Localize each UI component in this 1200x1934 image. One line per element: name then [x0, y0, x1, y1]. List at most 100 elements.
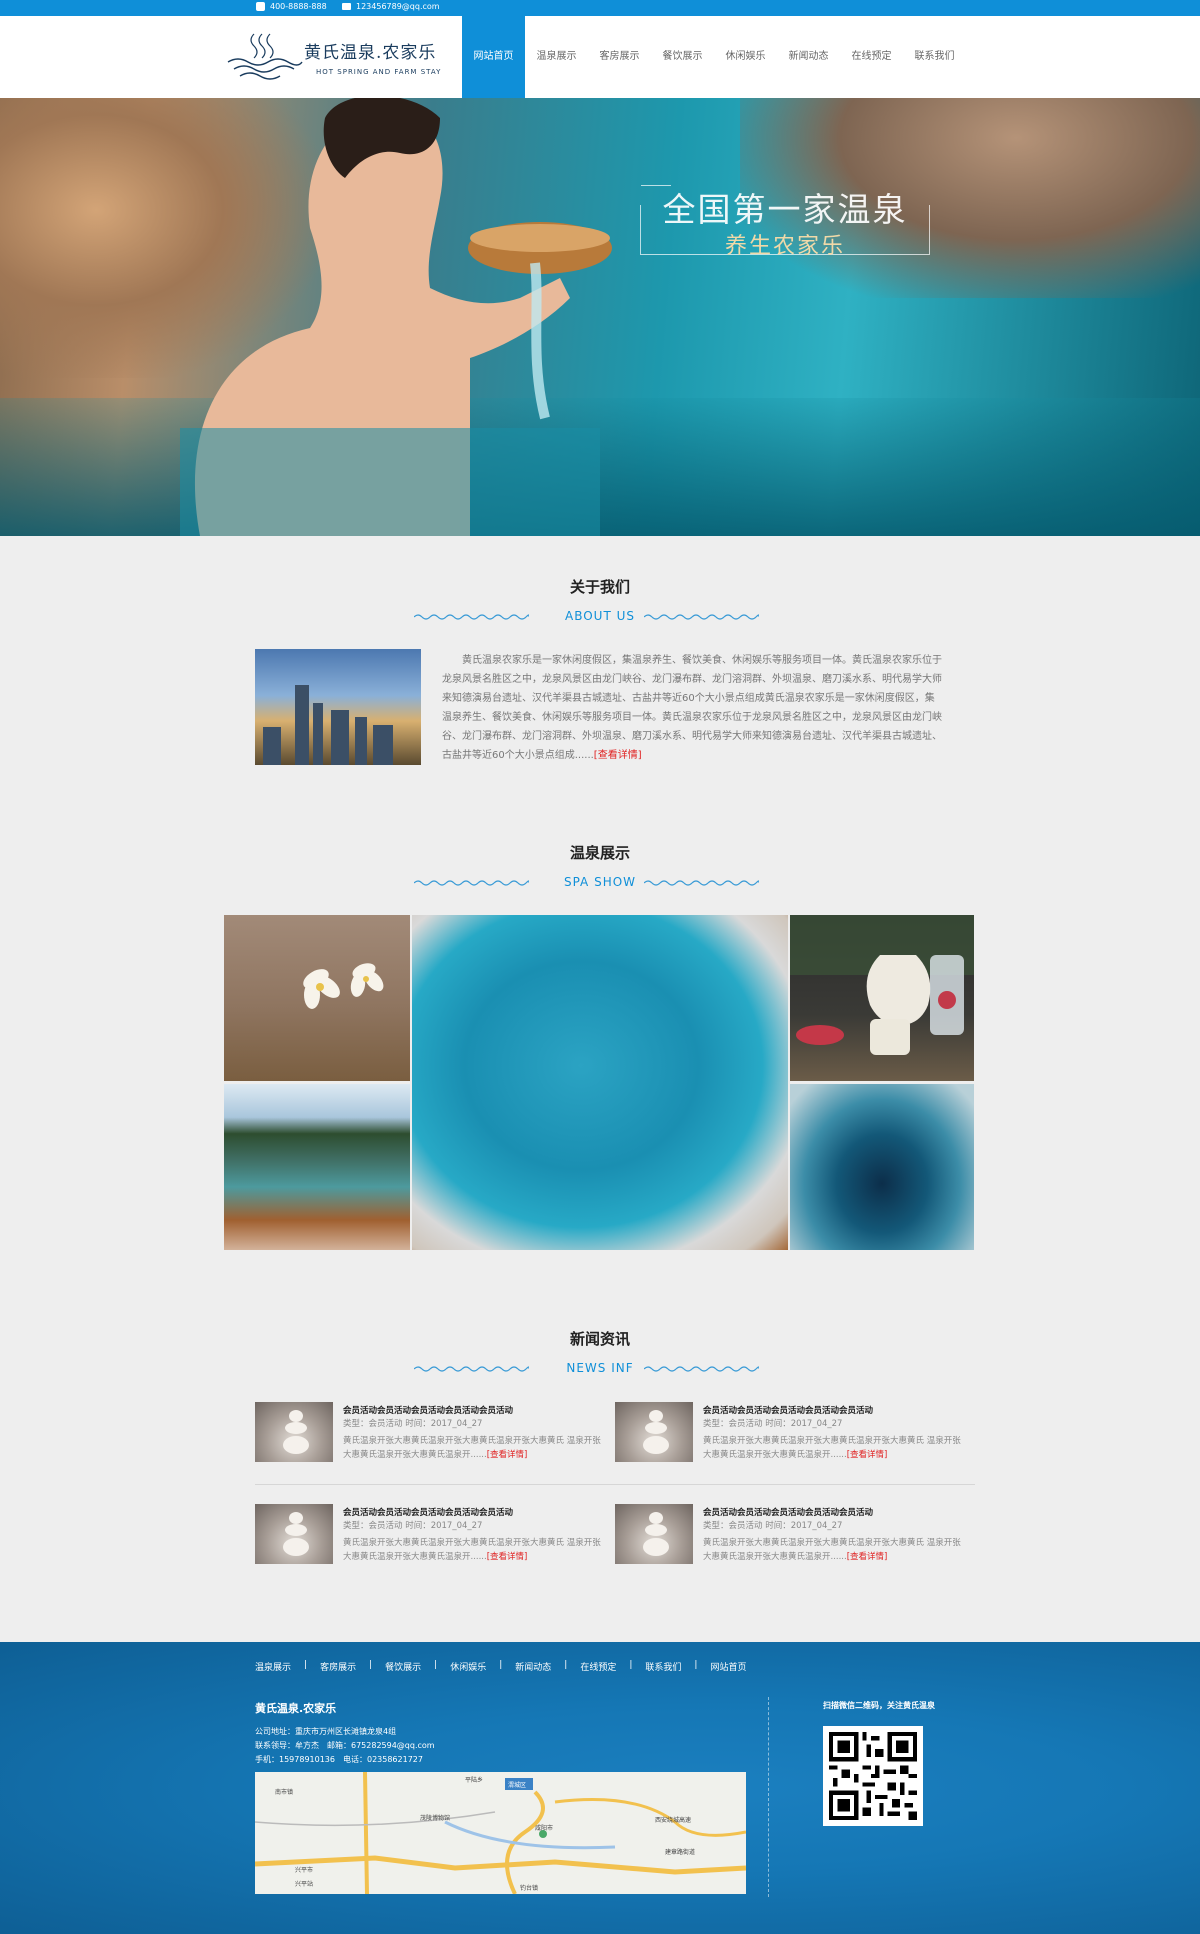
news-desc: 黄氏温泉开张大惠黄氏温泉开张大惠黄氏温泉开张大惠黄氏 温泉开张大惠黄氏温泉开张大… [343, 1434, 603, 1462]
news-more-link[interactable]: [查看详情] [847, 1450, 888, 1460]
footer-separator: | [434, 1660, 438, 1670]
about-subtitle: ABOUT US [564, 609, 635, 623]
map-label: 兴平站 [295, 1880, 313, 1888]
footer-nav: 温泉展示 | 客房展示 | 餐饮展示 | 休闲娱乐 | 新闻动态 | 在线预定 | 联系我们… [255, 1660, 746, 1673]
top-contact-bar: 400-8888-888 123456789@qq.com [0, 0, 1200, 16]
slogan-line1: 全国第一家温泉 [662, 190, 908, 229]
spa-photo-tea-set[interactable] [790, 915, 974, 1081]
about-city-image [255, 649, 421, 765]
spa-photo-flowers[interactable] [224, 915, 410, 1081]
news-desc-text: 黄氏温泉开张大惠黄氏温泉开张大惠黄氏温泉开张大惠黄氏 温泉开张大惠黄氏温泉开张大… [343, 1436, 601, 1460]
news-desc: 黄氏温泉开张大惠黄氏温泉开张大惠黄氏温泉开张大惠黄氏 温泉开张大惠黄氏温泉开张大… [703, 1536, 963, 1564]
phone-icon [256, 2, 265, 11]
news-more-link[interactable]: [查看详情] [487, 1450, 528, 1460]
news-thumbnail[interactable] [255, 1402, 333, 1462]
news-thumbnail[interactable] [615, 1402, 693, 1462]
news-thumbnail[interactable] [255, 1504, 333, 1564]
news-subtitle: NEWS INF [566, 1361, 634, 1375]
map-label: 咸阳市 [535, 1824, 553, 1832]
news-item[interactable]: 会员活动会员活动会员活动会员活动会员活动 类型：会员活动 时间：2017_04_… [255, 1402, 615, 1464]
map-label: 兴平市 [295, 1866, 313, 1874]
footer-separator: | [694, 1660, 698, 1670]
spa-title: 温泉展示 [569, 844, 630, 862]
news-desc-text: 黄氏温泉开张大惠黄氏温泉开张大惠黄氏温泉开张大惠黄氏 温泉开张大惠黄氏温泉开张大… [703, 1538, 961, 1562]
nav-item-spa[interactable]: 温泉展示 [525, 16, 588, 98]
news-desc: 黄氏温泉开张大惠黄氏温泉开张大惠黄氏温泉开张大惠黄氏 温泉开张大惠黄氏温泉开张大… [703, 1434, 963, 1462]
news-meta: 类型：会员活动 时间：2017_04_27 [343, 1419, 483, 1429]
news-item[interactable]: 会员活动会员活动会员活动会员活动会员活动 类型：会员活动 时间：2017_04_… [615, 1402, 975, 1464]
spa-photo-hot-pool[interactable] [412, 915, 788, 1250]
map-graphic-icon: 南市镇 平陆乡 渭城区 茂陵博物馆 咸阳市 兴平市 兴平站 钓台镇 建章路街道 … [255, 1772, 746, 1894]
map-label: 茂陵博物馆 [420, 1814, 450, 1822]
logo-name: 黄氏温泉.农家乐 [304, 43, 437, 63]
wave-divider-right-icon [644, 614, 759, 620]
footer-link-rooms[interactable]: 客房展示 [320, 1660, 356, 1673]
hero-slogan: 全国第一家温泉 养生农家乐 [640, 183, 930, 343]
news-title-text[interactable]: 会员活动会员活动会员活动会员活动会员活动 [703, 1506, 873, 1518]
map-label: 南市镇 [275, 1788, 293, 1796]
qr-code-icon [829, 1732, 917, 1820]
nav-item-home[interactable]: 网站首页 [462, 16, 525, 98]
footer-link-dining[interactable]: 餐饮展示 [385, 1660, 421, 1673]
frangipani-flowers-icon [303, 963, 384, 1009]
site-logo[interactable]: 黄氏温泉.农家乐 HOT SPRING AND FARM STAY [224, 22, 440, 90]
nav-item-dining[interactable]: 餐饮展示 [651, 16, 714, 98]
wave-divider-right-icon [644, 1366, 759, 1372]
nav-item-news[interactable]: 新闻动态 [777, 16, 840, 98]
hero-bather-illustration [180, 98, 612, 536]
spa-subtitle: SPA SHOW [563, 875, 637, 889]
main-nav: 网站首页 温泉展示 客房展示 餐饮展示 休闲娱乐 新闻动态 在线预定 联系我们 [462, 16, 966, 98]
footer-link-home[interactable]: 网站首页 [710, 1660, 746, 1673]
about-description: 黄氏温泉农家乐是一家休闲度假区，集温泉养生、餐饮美食、休闲娱乐等服务项目一体。黄… [442, 651, 942, 765]
map-label: 西安绕城高速 [655, 1816, 691, 1824]
news-item[interactable]: 会员活动会员活动会员活动会员活动会员活动 类型：会员活动 时间：2017_04_… [255, 1504, 615, 1566]
footer-separator: | [304, 1660, 308, 1670]
spa-photo-blue-spring[interactable] [790, 1084, 974, 1250]
footer-link-booking[interactable]: 在线预定 [580, 1660, 616, 1673]
email-contact[interactable]: 123456789@qq.com [342, 2, 440, 11]
spa-photo-lake[interactable] [224, 1084, 410, 1250]
footer-link-leisure[interactable]: 休闲娱乐 [450, 1660, 486, 1673]
footer-vertical-divider [768, 1697, 769, 1897]
news-meta: 类型：会员活动 时间：2017_04_27 [703, 1521, 843, 1531]
hero-banner: 全国第一家温泉 养生农家乐 [0, 98, 1200, 536]
about-more-link[interactable]: [查看详情] [594, 750, 642, 761]
wechat-qr-code [823, 1726, 923, 1826]
email-address[interactable]: 123456789@qq.com [356, 2, 440, 11]
footer-link-spa[interactable]: 温泉展示 [255, 1660, 291, 1673]
footer-separator: | [629, 1660, 633, 1670]
footer-phone: 手机：15978910136 电话：02358621727 [255, 1755, 423, 1764]
footer-separator: | [369, 1660, 373, 1670]
news-meta: 类型：会员活动 时间：2017_04_27 [343, 1521, 483, 1531]
about-body: 黄氏温泉农家乐是一家休闲度假区，集温泉养生、餐饮美食、休闲娱乐等服务项目一体。黄… [442, 655, 942, 761]
footer-address: 公司地址：重庆市万州区长滩镇龙泉4组 [255, 1727, 397, 1736]
news-title: 新闻资讯 [569, 1330, 630, 1348]
footer-contact: 联系领导：牟方杰 邮箱：675282594@qq.com [255, 1741, 435, 1750]
wave-divider-right-icon [644, 880, 759, 886]
map-label: 建章路街道 [665, 1848, 695, 1856]
news-desc: 黄氏温泉开张大惠黄氏温泉开张大惠黄氏温泉开张大惠黄氏 温泉开张大惠黄氏温泉开张大… [343, 1536, 603, 1564]
nav-item-contact[interactable]: 联系我们 [903, 16, 966, 98]
location-map[interactable]: 南市镇 平陆乡 渭城区 茂陵博物馆 咸阳市 兴平市 兴平站 钓台镇 建章路街道 … [255, 1772, 746, 1894]
news-more-link[interactable]: [查看详情] [487, 1552, 528, 1562]
news-title-text[interactable]: 会员活动会员活动会员活动会员活动会员活动 [343, 1404, 513, 1416]
news-title-text[interactable]: 会员活动会员活动会员活动会员活动会员活动 [343, 1506, 513, 1518]
news-title-text[interactable]: 会员活动会员活动会员活动会员活动会员活动 [703, 1404, 873, 1416]
mail-icon [342, 3, 351, 10]
nav-item-rooms[interactable]: 客房展示 [588, 16, 651, 98]
slogan-line2: 养生农家乐 [724, 234, 845, 259]
site-footer: 温泉展示 | 客房展示 | 餐饮展示 | 休闲娱乐 | 新闻动态 | 在线预定 | 联系我们… [0, 1642, 1200, 1934]
news-item[interactable]: 会员活动会员活动会员活动会员活动会员活动 类型：会员活动 时间：2017_04_… [615, 1504, 975, 1566]
hot-spring-logo-icon [227, 33, 303, 80]
news-thumbnail[interactable] [615, 1504, 693, 1564]
footer-company-name: 黄氏温泉.农家乐 [255, 1702, 337, 1715]
nav-item-leisure[interactable]: 休闲娱乐 [714, 16, 777, 98]
qr-caption: 扫描微信二维码，关注黄氏温泉 [823, 1701, 935, 1710]
footer-link-contact[interactable]: 联系我们 [645, 1660, 681, 1673]
nav-item-booking[interactable]: 在线预定 [840, 16, 903, 98]
map-label: 钓台镇 [520, 1884, 538, 1892]
phone-number: 400-8888-888 [270, 2, 327, 11]
site-header: 黄氏温泉.农家乐 HOT SPRING AND FARM STAY 网站首页 温… [0, 16, 1200, 98]
news-more-link[interactable]: [查看详情] [847, 1552, 888, 1562]
footer-link-news[interactable]: 新闻动态 [515, 1660, 551, 1673]
